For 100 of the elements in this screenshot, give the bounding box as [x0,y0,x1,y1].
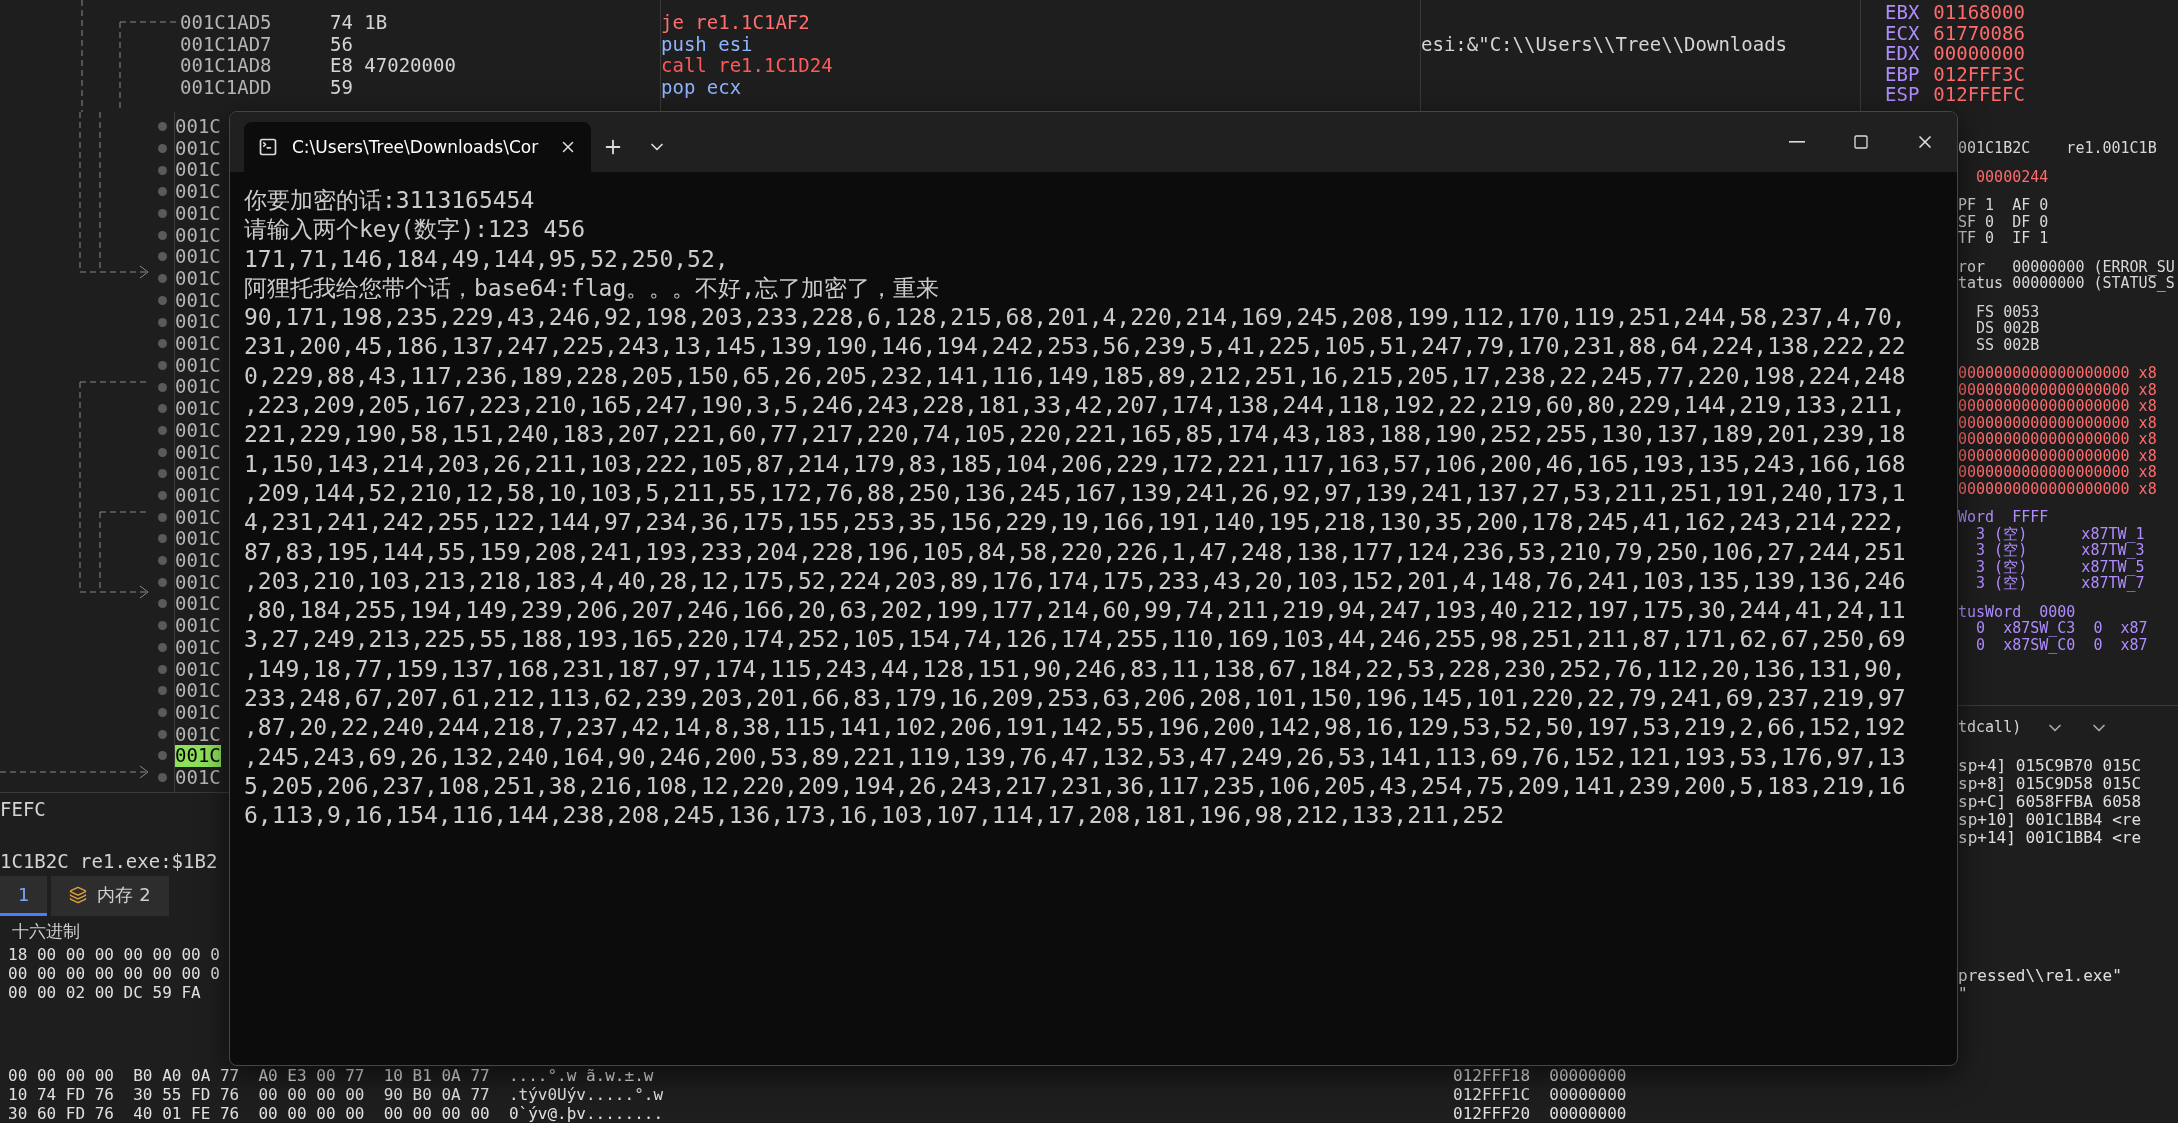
breakpoint-dot[interactable] [157,274,167,284]
address-text: 001C [175,767,221,789]
address-text: 001C [175,680,221,702]
address-text: 001C [175,658,221,681]
console-line: 90,171,198,235,229,43,246,92,198,203,233,228,6,128,215,68,201,4,220,214,169,245,208,199,112,170,119,251,244,58,237,4,70, [244,303,1906,333]
breakpoint-dot[interactable] [157,404,167,414]
breakpoint-dot[interactable] [157,599,167,609]
address-text: 001C [175,506,221,529]
instruction-bytes: 56 [330,33,353,56]
info-text: FEFC [0,799,46,821]
breakpoint-dot[interactable] [157,144,167,154]
minimize-icon [1789,141,1805,143]
register-line: 0000000000000000000 x8 [1958,431,2157,448]
breakpoint-dot[interactable] [157,360,167,370]
breakpoint-dot[interactable] [157,729,167,739]
instruction-text: pop ecx [661,77,742,99]
breakpoint-dot[interactable] [157,122,167,132]
breakpoint-dot[interactable] [157,751,167,761]
address-text: 001C [175,159,221,182]
instruction-text: je re1.1C1AF2 [661,12,810,34]
address-text: 001C [175,354,221,377]
register-line: 0 x87SW_C0 0 x87 [1975,636,2148,653]
register-line: 3 (空) x87TW_3 [1975,542,2145,559]
breakpoint-dot[interactable] [157,707,167,717]
info-text: 1C1B2C re1.exe:$1B2 [0,850,218,873]
console-line: 233,248,67,207,61,212,113,62,239,203,201,66,83,179,16,209,253,63,206,208,101,150,196,145,101,220,22,79,241,69,237,219,97 [244,684,1906,714]
console-line: 171,71,146,184,49,144,95,52,250,52, [244,244,729,274]
register-value: 01168000 [1933,2,2025,23]
register-line: 3 (空) x87TW_7 [1975,575,2145,592]
address-text: 001C [175,398,221,420]
breakpoint-dot[interactable] [157,295,167,305]
register-line: 0000000000000000000 x8 [1958,398,2157,415]
console-line: ,149,18,77,159,137,168,231,187,97,174,115,243,44,128,151,90,246,83,11,138,67,184,22,53,228,230,252,76,112,20,136,131,90, [244,654,1906,684]
breakpoint-dot[interactable] [157,534,167,544]
dump-header: 十六进制 [11,920,80,943]
register-line: ror 00000000 (ERROR_SU [1958,258,2175,275]
command-text: " [1958,985,1968,1003]
console-line: ,209,144,52,210,12,58,10,103,5,211,55,172,76,88,250,136,245,167,139,241,26,92,97,139,241,137,27,53,211,251,191,240,173,1 [244,478,1906,508]
comment-text: esi:&"C:\\Users\\Tree\\Downloads [1421,33,1788,56]
breakpoint-dot[interactable] [157,252,167,262]
breakpoint-dot[interactable] [157,447,167,457]
address-text: 001C [175,181,221,203]
address-text: 001C [175,528,221,551]
breakpoint-dot[interactable] [157,686,167,696]
breakpoint-dot[interactable] [157,230,167,240]
console-line: ,87,20,22,240,244,218,7,237,42,14,8,38,115,141,102,206,191,142,55,196,200,142,98,16,129,53,52,50,197,53,219,2,66,152,192 [244,713,1906,743]
instruction-address: 001C1AD7 [180,33,272,56]
register-name: ESP [1885,84,1920,105]
console-line: 0,229,88,43,117,236,189,228,205,150,65,26,205,232,141,116,149,185,89,212,251,16,215,205,17,238,22,245,77,220,198,224,248 [244,361,1906,391]
register-name: EBP [1885,63,1920,84]
hex-row-text: 00 00 02 00 DC 59 FA [7,983,201,1002]
breakpoint-dot[interactable] [157,317,167,327]
address-text: 001C [175,702,221,724]
breakpoint-dot[interactable] [157,491,167,501]
breakpoint-dot[interactable] [157,209,167,219]
breakpoint-dot[interactable] [157,621,167,631]
stack-line: sp+4] 015C9B70 015C [1958,757,2142,775]
breakpoint-dot[interactable] [157,577,167,587]
address-text: 001C [175,116,221,138]
instruction-bytes: 74 1B [330,12,388,34]
breakpoint-dot[interactable] [157,772,167,782]
console-line: ,203,210,103,213,218,183,4,40,28,12,175,52,224,203,89,176,174,175,233,43,20,103,152,201,4,148,76,241,103,135,139,136,246 [244,566,1906,596]
breakpoint-dot[interactable] [157,512,167,522]
register-line: DS 002B [1975,320,2040,337]
breakpoint-dot[interactable] [157,187,167,197]
breakpoint-dot[interactable] [157,425,167,435]
instruction-address: 001C1ADD [180,77,272,99]
console-line: 3,27,249,213,225,55,188,193,165,220,174,252,105,154,74,126,174,255,110,169,103,44,246,255,98,251,211,87,171,62,67,250,69 [244,625,1906,655]
command-text: pressed\\re1.exe" [1958,967,2122,985]
address-text: 001C [175,246,221,268]
address-text: 001C [175,224,221,247]
memory-icon [69,885,88,904]
terminal-icon [258,137,278,157]
breakpoint-dot[interactable] [157,556,167,566]
breakpoint-dot[interactable] [157,642,167,652]
console-tab[interactable]: C:\Users\Tree\Downloads\Cor [244,122,591,172]
console-line: 231,200,45,186,137,247,225,243,13,145,139,190,146,194,242,253,56,239,5,41,225,105,51,247,79,170,231,88,64,224,138,222,22 [244,332,1906,362]
hex-row-text: 10 74 FD 76 30 55 FD 76 00 00 00 00 90 B0 0A 77 .týv0Uýv.....°.w [7,1085,664,1104]
register-line: 001C1B2C re1.001C1B [1958,140,2157,157]
register-value: 012FFEFC [1933,84,2025,105]
console-line: 4,231,241,242,255,122,144,97,234,36,175,155,253,35,156,229,19,166,191,140,195,218,130,35,200,178,245,41,162,243,214,222, [244,508,1906,538]
register-value: 61770086 [1933,22,2025,43]
dump-tab[interactable]: 内存 2 [51,876,169,916]
address-text: 001C [175,484,221,507]
console-line: 221,229,190,58,151,240,183,207,221,60,77,217,220,74,105,220,221,165,85,174,43,183,188,190,252,255,130,137,189,201,239,18 [244,420,1906,450]
address-text: 001C [175,202,221,225]
hex-row-text: 30 60 FD 76 40 01 FE 76 00 00 00 00 00 00 00 00 0`ýv@.þv........ [7,1104,664,1123]
breakpoint-dot[interactable] [157,382,167,392]
stack-row-text: 012FFF18 00000000 [1452,1066,1627,1085]
register-name: EBX [1885,2,1920,23]
breakpoint-dot[interactable] [157,664,167,674]
instruction-text: call re1.1C1D24 [661,55,833,78]
register-line: tusWord 0000 [1958,603,2076,620]
register-line: Word FFFF [1958,509,2049,526]
console-line: ,223,209,205,167,223,210,165,247,190,3,5,246,243,228,181,33,42,207,174,138,244,118,192,22,219,60,80,229,144,219,133,211, [244,391,1906,421]
breakpoint-dot[interactable] [157,339,167,349]
breakpoint-dot[interactable] [157,165,167,175]
register-name: EDX [1885,43,1920,64]
dump-tab[interactable]: 1 [0,876,48,916]
breakpoint-dot[interactable] [157,469,167,479]
